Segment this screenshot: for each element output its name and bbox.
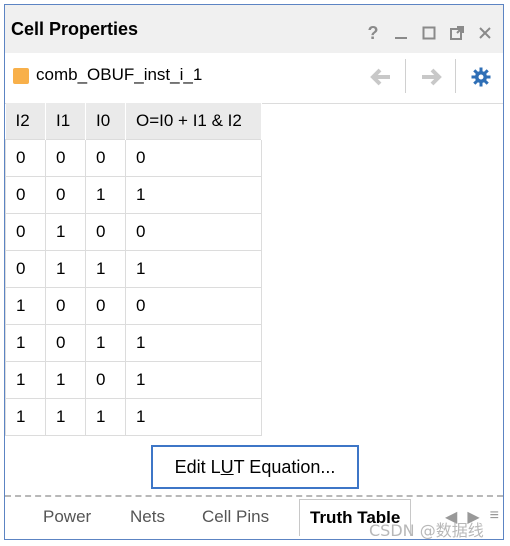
table-cell: 1 <box>5 323 46 362</box>
title-bar: Cell Properties ? <box>5 5 503 53</box>
forward-arrow-icon[interactable] <box>417 65 445 89</box>
table-cell: 1 <box>85 323 126 362</box>
table-cell: 0 <box>5 138 46 177</box>
table-cell: 0 <box>85 286 126 325</box>
float-icon[interactable] <box>447 23 467 43</box>
maximize-icon[interactable] <box>419 23 439 43</box>
gear-icon[interactable] <box>467 65 495 89</box>
cell-name: comb_OBUF_inst_i_1 <box>36 65 203 84</box>
table-cell: 0 <box>45 138 86 177</box>
toolbar-divider <box>405 59 406 93</box>
table-row[interactable]: 1101 <box>5 360 262 399</box>
column-header[interactable]: I1 <box>45 103 86 139</box>
column-header[interactable]: O=I0 + I1 & I2 <box>125 103 262 139</box>
table-cell: 0 <box>45 323 86 362</box>
tab-cell-pins[interactable]: Cell Pins <box>202 499 269 535</box>
table-cell: 1 <box>85 175 126 214</box>
table-cell: 1 <box>45 249 86 288</box>
table-cell: 0 <box>85 360 126 399</box>
close-icon[interactable] <box>475 23 495 43</box>
table-cell: 1 <box>125 249 262 288</box>
table-cell: 1 <box>5 397 46 436</box>
table-cell: 0 <box>125 286 262 325</box>
table-row[interactable]: 0100 <box>5 212 262 251</box>
table-cell: 0 <box>85 212 126 251</box>
table-row[interactable]: 1011 <box>5 323 262 362</box>
table-cell: 1 <box>45 360 86 399</box>
table-cell: 0 <box>5 175 46 214</box>
tab-nets[interactable]: Nets <box>130 499 165 535</box>
table-cell: 0 <box>125 138 262 177</box>
table-row[interactable]: 0111 <box>5 249 262 288</box>
table-cell: 1 <box>85 249 126 288</box>
table-cell: 0 <box>85 138 126 177</box>
table-header-row: I2 I1 I0 O=I0 + I1 & I2 <box>5 103 262 139</box>
table-cell: 0 <box>125 212 262 251</box>
table-cell: 1 <box>5 286 46 325</box>
table-cell: 1 <box>45 397 86 436</box>
minimize-icon[interactable] <box>391 23 411 43</box>
table-cell: 1 <box>125 360 262 399</box>
table-cell: 0 <box>45 286 86 325</box>
help-icon[interactable]: ? <box>363 23 383 43</box>
table-cell: 1 <box>125 175 262 214</box>
column-header[interactable]: I2 <box>5 103 46 139</box>
table-cell: 1 <box>5 360 46 399</box>
toolbar-divider <box>455 59 456 93</box>
truth-table: I2 I1 I0 O=I0 + I1 & I2 0000001101000111… <box>5 103 262 436</box>
table-cell: 1 <box>45 212 86 251</box>
table-cell: 1 <box>125 323 262 362</box>
table-cell: 1 <box>125 397 262 436</box>
truth-table-container: I2 I1 I0 O=I0 + I1 & I2 0000001101000111… <box>5 103 262 436</box>
tab-list-icon[interactable]: ≡ <box>490 507 499 527</box>
watermark: CSDN @数据线 <box>369 521 484 540</box>
table-cell: 0 <box>5 212 46 251</box>
table-cell: 0 <box>5 249 46 288</box>
window-controls: ? <box>363 23 495 43</box>
table-row[interactable]: 0000 <box>5 138 262 177</box>
tab-power[interactable]: Power <box>43 499 91 535</box>
cell-type-icon <box>13 68 29 84</box>
column-header[interactable]: I0 <box>85 103 126 139</box>
table-row[interactable]: 1000 <box>5 286 262 325</box>
edit-lut-equation-button[interactable]: Edit LUT Equation... <box>151 445 359 489</box>
cell-properties-panel: Cell Properties ? comb_OBUF_inst_i_1 I2 … <box>4 4 504 540</box>
table-cell: 0 <box>45 175 86 214</box>
table-cell: 1 <box>85 397 126 436</box>
panel-title: Cell Properties <box>11 19 139 39</box>
back-arrow-icon[interactable] <box>367 65 395 89</box>
table-row[interactable]: 1111 <box>5 397 262 436</box>
table-row[interactable]: 0011 <box>5 175 262 214</box>
tabs-divider <box>5 495 503 497</box>
